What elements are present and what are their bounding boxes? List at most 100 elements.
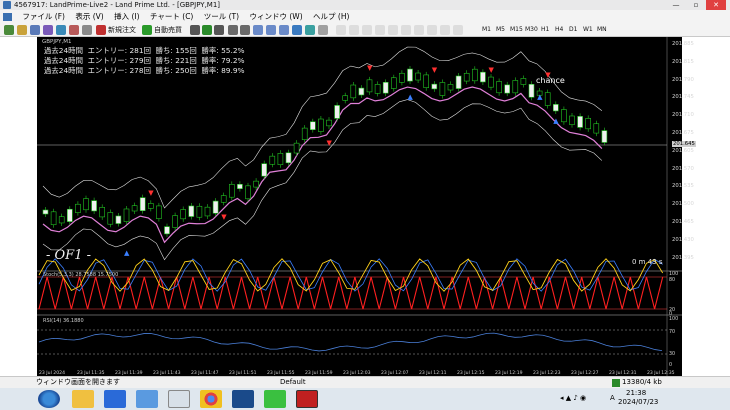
stoch-tick-label: 80 [669,277,675,283]
candle-body [488,76,494,88]
candle-chart-icon[interactable] [202,25,212,35]
menu-help[interactable]: ヘルプ (H) [313,10,349,23]
clock-time[interactable]: 21:38 [626,389,646,397]
app-icon-red[interactable] [296,390,318,408]
timeframe-m30[interactable]: M30 [525,25,538,35]
candle-body [350,84,357,99]
candle-body [301,127,308,140]
new-chart-icon[interactable] [4,25,14,35]
templates-icon[interactable] [318,25,328,35]
buy-arrow-icon: ▲ [124,249,130,257]
candle-body [123,208,130,222]
timeframe-w1[interactable]: W1 [583,25,593,35]
maximize-button[interactable]: ▫ [686,0,706,10]
menu-insert[interactable]: 挿入 (I) [114,10,139,23]
timeframe-m15[interactable]: M15 [510,25,523,35]
candle-body [75,203,81,213]
candle-body [374,84,381,94]
rsi-tick-label: 100 [669,316,678,322]
data-window-icon[interactable] [43,25,53,35]
cursor-icon[interactable] [336,25,346,35]
edge-browser-icon[interactable] [104,390,126,408]
crosshair-icon[interactable] [349,25,359,35]
market-watch-icon[interactable] [30,25,40,35]
trendline-icon[interactable] [388,25,398,35]
candle-body [520,78,527,85]
metatrader-icon[interactable] [232,390,254,408]
chance-label: chance [536,76,565,85]
menu-tools[interactable]: ツール (T) [204,10,239,23]
tester-icon[interactable] [82,25,92,35]
line-app-icon[interactable] [264,390,286,408]
timeframe-d1[interactable]: D1 [569,25,577,35]
arrow-tool-icon[interactable] [453,25,463,35]
chart-window[interactable]: ▼ ▼ ▼ ▼ ▼ ▼ ▼ ▲ ▲ ▲ ▲ 23 Jul 2024 23 Jul 11:35 23 Jul… [37,37,682,376]
start-button-icon[interactable] [38,390,60,408]
status-profile: Default [280,378,306,386]
auto-trade-button[interactable]: 自動売買 [154,25,182,35]
menu-view[interactable]: 表示 (V) [75,10,103,23]
price-tick-label: 201.535 [672,183,694,190]
periods-icon[interactable] [305,25,315,35]
zoom-out-icon[interactable] [240,25,250,35]
candle-body [366,79,373,93]
line-chart-icon[interactable] [214,25,224,35]
chrome-icon[interactable] [200,390,222,408]
status-hint: ウィンドウ画面を開きます [36,378,120,386]
status-traffic: 13380/4 kb [622,378,662,386]
taskbar: ◂ ▲ ♪ ◉ A 21:38 2024/07/23 [0,388,730,410]
indicators-icon[interactable] [292,25,302,35]
new-order-icon[interactable] [96,25,106,35]
sell-arrow-icon: ▼ [367,64,373,72]
candle-body [229,184,235,198]
navigator-icon[interactable] [56,25,66,35]
fibonacci-icon[interactable] [414,25,424,35]
ime-indicator[interactable]: A [610,394,615,402]
candle-body [528,84,535,98]
bar-chart-icon[interactable] [190,25,200,35]
rsi-tick-label: 70 [669,329,675,335]
candle-body [463,72,470,82]
file-explorer-icon[interactable] [72,390,94,408]
profiles-icon[interactable] [17,25,27,35]
candle-body [156,205,162,219]
timeframe-h4[interactable]: H4 [555,25,563,35]
folder-icon[interactable] [136,390,158,408]
horizontal-line-icon[interactable] [375,25,385,35]
candle-body [496,81,502,94]
vertical-line-icon[interactable] [362,25,372,35]
channel-icon[interactable] [401,25,411,35]
menu-file[interactable]: ファイル (F) [22,10,65,23]
menu-chart[interactable]: チャート (C) [150,10,193,23]
close-button[interactable]: ✕ [706,0,726,10]
watermark-label: - OF1 - [46,248,91,263]
auto-trade-icon[interactable] [142,25,152,35]
timeframe-h1[interactable]: H1 [541,25,549,35]
timeframe-m1[interactable]: M1 [482,25,491,35]
clock-date[interactable]: 2024/07/23 [618,398,658,406]
terminal-icon[interactable] [69,25,79,35]
price-tick-label: 201.395 [672,254,694,261]
candle-body [107,212,114,225]
autoscroll-icon[interactable] [266,25,276,35]
menu-window[interactable]: ウィンドウ (W) [249,10,302,23]
timeframe-m5[interactable]: M5 [496,25,505,35]
candle-body [99,207,106,218]
tile-windows-icon[interactable] [253,25,263,35]
candle-body [131,205,138,212]
candle-body [164,226,170,235]
buy-arrow-icon: ▲ [537,93,543,101]
candle-body [115,215,122,224]
zoom-in-icon[interactable] [228,25,238,35]
chart-canvas[interactable]: ▼▼▼▼ ▼ ▼▼▲▲ ▲▲23 Jul 2024 23 Jul 11:35 23 Jul… [37,37,682,376]
sell-arrow-icon: ▼ [221,213,227,221]
notepad-icon[interactable] [168,390,190,408]
candle-body [585,118,592,130]
timeframe-mn[interactable]: MN [597,25,607,35]
tray-icons[interactable]: ◂ ▲ ♪ ◉ [560,394,586,402]
label-tool-icon[interactable] [440,25,450,35]
new-order-button[interactable]: 新規注文 [108,25,136,35]
chart-shift-icon[interactable] [279,25,289,35]
text-tool-icon[interactable] [427,25,437,35]
minimize-button[interactable]: — [666,0,686,10]
